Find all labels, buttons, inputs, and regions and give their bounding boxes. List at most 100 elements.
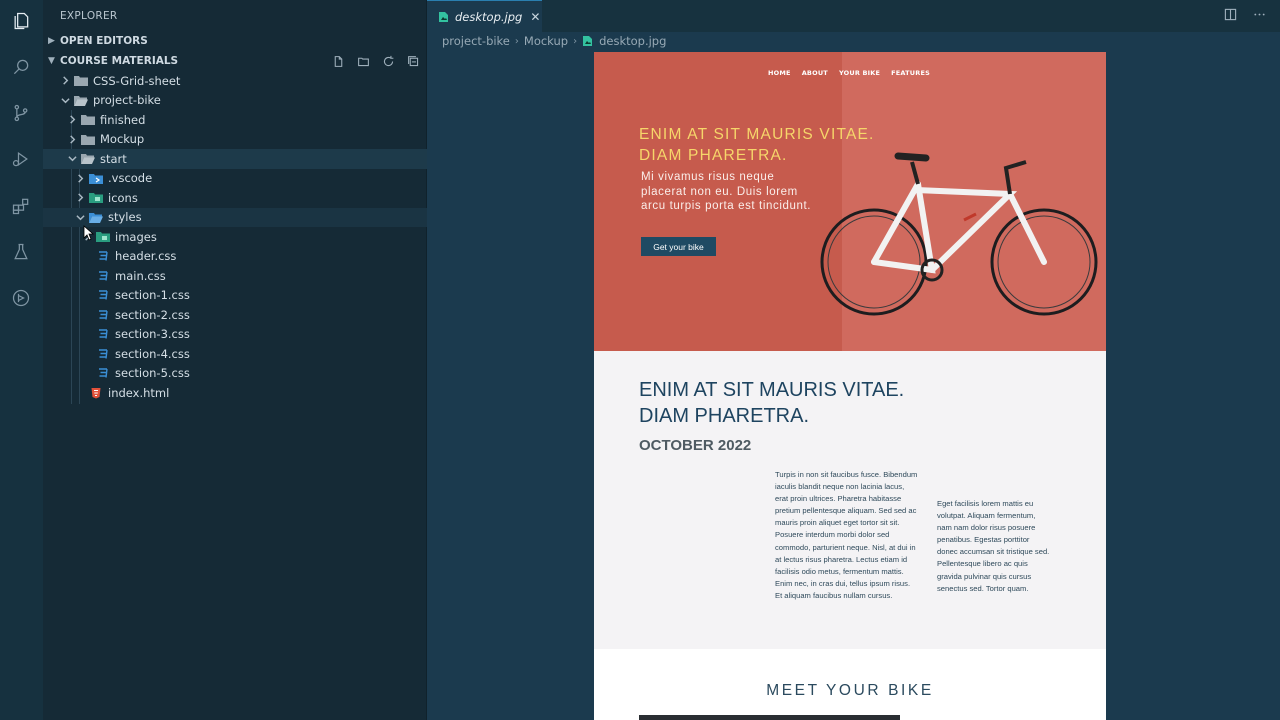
activity-bar — [0, 0, 43, 720]
split-editor-icon[interactable] — [1224, 8, 1237, 24]
tree-item-label: section-3.css — [115, 327, 190, 342]
tree-item-label: section-5.css — [115, 366, 190, 381]
tree-item-css-grid-sheet[interactable]: CSS-Grid-sheet — [43, 71, 427, 91]
chevron-down-icon: ▼ — [48, 56, 55, 66]
extensions-icon[interactable] — [10, 195, 32, 217]
image-preview: HOME ABOUT YOUR BIKE FEATURES ENIM AT SI… — [594, 52, 1106, 720]
tree-item-section-2-css[interactable]: section-2.css — [43, 305, 427, 325]
section-title: ENIM AT SIT MAURIS VITAE. DIAM PHARETRA. — [639, 379, 905, 427]
images-folder-icon — [96, 231, 110, 243]
tree-item-header-css[interactable]: header.css — [43, 247, 427, 267]
folder-icon — [74, 75, 88, 87]
css-file-icon — [96, 250, 110, 262]
explorer-title: EXPLORER — [60, 10, 118, 22]
css-file-icon — [96, 348, 110, 360]
chevron-down-icon — [59, 96, 71, 105]
breadcrumb-item[interactable]: desktop.jpg — [599, 34, 666, 48]
chevron-right-icon — [74, 174, 86, 183]
tree-item-label: images — [115, 229, 157, 244]
nav-item: ABOUT — [801, 69, 828, 77]
tree-item-label: index.html — [108, 385, 170, 400]
tree-item-finished[interactable]: finished — [43, 110, 427, 130]
tree-item-images[interactable]: images — [43, 227, 427, 247]
folder-open-icon — [81, 153, 95, 165]
run-debug-icon[interactable] — [10, 148, 32, 170]
tree-item-label: start — [100, 151, 127, 166]
tree-item-label: section-2.css — [115, 307, 190, 322]
styles-folder-open-icon — [89, 211, 103, 223]
testing-icon[interactable] — [10, 241, 32, 263]
refresh-icon[interactable] — [381, 54, 396, 69]
files-icon[interactable] — [10, 10, 32, 32]
chevron-down-icon — [74, 213, 86, 222]
tree-item-label: header.css — [115, 249, 177, 264]
tree-item-project-bike[interactable]: project-bike — [43, 91, 427, 111]
tree-item-section-4-css[interactable]: section-4.css — [43, 344, 427, 364]
image-file-icon — [438, 11, 449, 23]
tree-item-label: .vscode — [108, 171, 153, 186]
bike-image — [820, 152, 1098, 316]
nav-item: YOUR BIKE — [838, 69, 881, 77]
nav-item: HOME — [768, 69, 791, 77]
new-file-icon[interactable] — [331, 54, 346, 69]
hero-subtitle: Mi vivamus risus neque placerat non eu. … — [641, 171, 812, 212]
tree-item-label: project-bike — [93, 93, 161, 108]
tree-item-label: section-4.css — [115, 346, 190, 361]
vscode-folder-icon — [89, 172, 103, 184]
section-text-column-1: Turpis in non sit faucibus fusce. Bibend… — [775, 469, 918, 602]
breadcrumb-item[interactable]: Mockup — [524, 34, 568, 48]
collapse-all-icon[interactable] — [406, 54, 421, 69]
tree-item-vscode[interactable]: .vscode — [43, 169, 427, 189]
image-file-icon — [582, 35, 593, 47]
breadcrumb-item[interactable]: project-bike — [442, 34, 510, 48]
chevron-right-icon — [66, 115, 78, 124]
html-file-icon — [89, 387, 103, 399]
tree-item-section-1-css[interactable]: section-1.css — [43, 286, 427, 306]
tree-item-styles[interactable]: styles — [43, 207, 427, 227]
source-control-icon[interactable] — [10, 102, 32, 124]
tree-item-mockup[interactable]: Mockup — [43, 130, 427, 150]
tree-item-label: CSS-Grid-sheet — [93, 73, 181, 88]
remote-explorer-icon[interactable] — [10, 287, 32, 309]
section-2-image-edge — [639, 715, 900, 720]
css-file-icon — [96, 270, 110, 282]
images-folder-icon — [89, 192, 103, 204]
tree-item-label: Mockup — [100, 132, 145, 147]
tab-desktop-jpg[interactable]: desktop.jpg ✕ — [427, 0, 542, 32]
mockup-nav: HOME ABOUT YOUR BIKE FEATURES — [768, 69, 930, 77]
section-date: OCTOBER 2022 — [639, 437, 752, 454]
chevron-right-icon: › — [514, 35, 519, 47]
tree-item-main-css[interactable]: main.css — [43, 266, 427, 286]
chevron-right-icon — [66, 135, 78, 144]
search-icon[interactable] — [10, 56, 32, 78]
tree-item-section-5-css[interactable]: section-5.css — [43, 364, 427, 384]
open-editors-header[interactable]: ▶ OPEN EDITORS — [43, 31, 427, 51]
css-file-icon — [96, 367, 110, 379]
close-icon[interactable]: ✕ — [530, 10, 540, 24]
mockup-hero: HOME ABOUT YOUR BIKE FEATURES ENIM AT SI… — [594, 52, 1106, 351]
tree-item-start[interactable]: start — [43, 149, 427, 169]
tree-item-label: icons — [108, 190, 138, 205]
css-file-icon — [96, 309, 110, 321]
tree-item-label: main.css — [115, 268, 166, 283]
tree-item-label: finished — [100, 112, 146, 127]
open-editors-label: OPEN EDITORS — [60, 35, 148, 47]
mouse-cursor-icon — [83, 225, 95, 241]
breadcrumb: project-bike › Mockup › desktop.jpg — [442, 33, 666, 49]
tree-item-icons[interactable]: icons — [43, 188, 427, 208]
tree-item-section-3-css[interactable]: section-3.css — [43, 325, 427, 345]
tree-item-label: styles — [108, 210, 142, 225]
css-file-icon — [96, 289, 110, 301]
hero-button: Get your bike — [641, 237, 716, 256]
new-folder-icon[interactable] — [356, 54, 371, 69]
course-materials-header[interactable]: ▼ COURSE MATERIALS — [43, 51, 427, 71]
chevron-right-icon — [59, 76, 71, 85]
explorer-toolbar — [331, 51, 421, 71]
folder-icon — [81, 114, 95, 126]
tree-item-index-html[interactable]: index.html — [43, 383, 427, 403]
more-actions-icon[interactable] — [1253, 8, 1266, 24]
paragraph: Turpis in non sit faucibus fusce. Bibend… — [775, 470, 918, 576]
folder-open-icon — [74, 94, 88, 106]
paragraph: Enim nec, in cras dui, tellus ipsum risu… — [775, 578, 911, 600]
folder-icon — [81, 133, 95, 145]
